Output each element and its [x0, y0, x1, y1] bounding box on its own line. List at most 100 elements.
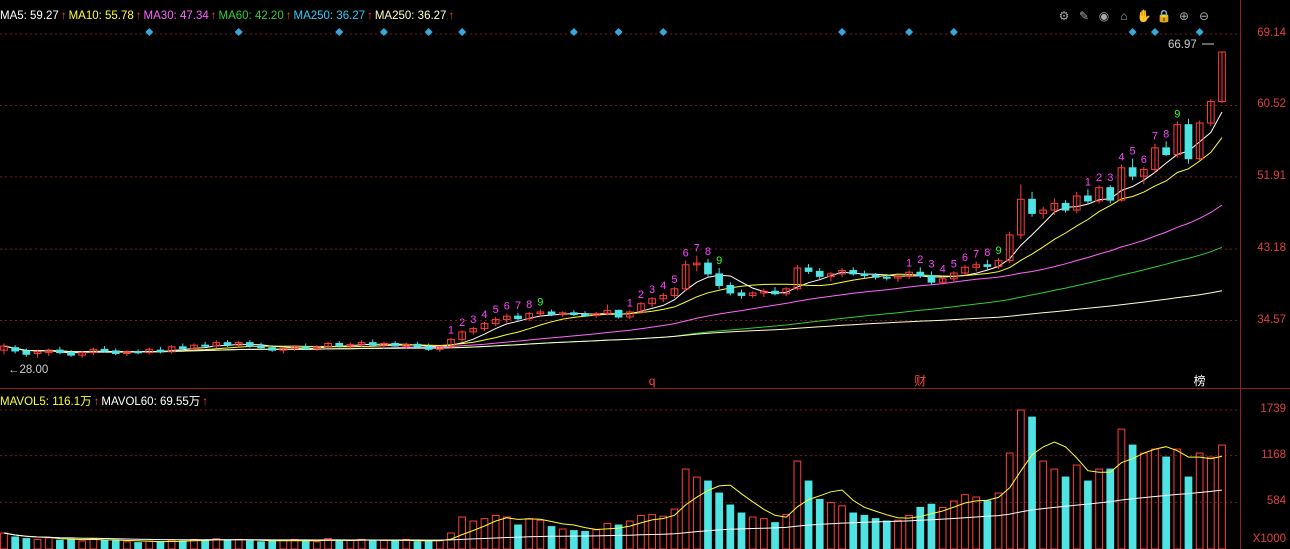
- candle-body: [704, 262, 712, 275]
- candle-body: [882, 276, 891, 279]
- volume-bar: [1050, 468, 1059, 549]
- volume-axis-label: 1168: [1261, 448, 1286, 461]
- volume-bar: [1218, 444, 1226, 549]
- volume-bar: [804, 480, 813, 549]
- volume-bar: [0, 532, 8, 549]
- volume-bar: [1017, 409, 1025, 549]
- volume-bar: [882, 520, 891, 549]
- event-diamond-icon: [1195, 28, 1204, 36]
- volume-bar: [525, 518, 534, 549]
- candle-body: [581, 313, 589, 316]
- nine-turn-label: 7: [515, 300, 521, 312]
- event-diamond-icon: [1128, 28, 1137, 36]
- volume-bar: [201, 539, 209, 549]
- candle-body: [156, 349, 165, 353]
- nine-turn-label: 7: [1152, 131, 1158, 143]
- nine-turn-label: 6: [683, 248, 689, 260]
- nine-turn-label: 3: [470, 314, 476, 326]
- volume-bar: [972, 496, 981, 549]
- nine-turn-label: 1: [627, 297, 633, 309]
- volume-bar: [637, 514, 645, 549]
- candle-body: [67, 352, 75, 356]
- volume-bar: [368, 540, 377, 549]
- candle-body: [413, 343, 422, 348]
- candle-body: [1128, 167, 1137, 177]
- volume-bar: [145, 540, 154, 549]
- volume-bar: [983, 500, 992, 549]
- candle-body: [201, 344, 209, 347]
- price-axis-label: 34.57: [1257, 313, 1286, 326]
- candle-body: [570, 312, 578, 315]
- nine-turn-label: 7: [973, 248, 979, 260]
- volume-bar: [424, 540, 433, 549]
- volume-bar: [1173, 448, 1182, 549]
- nine-turn-label: 9: [716, 255, 722, 267]
- volume-bar: [938, 506, 947, 549]
- volume-bar: [78, 540, 87, 549]
- candle-body: [335, 343, 344, 347]
- candle-body: [134, 351, 142, 354]
- volume-bar: [1084, 480, 1092, 549]
- event-diamond-icon: [905, 28, 914, 36]
- nine-turn-label: 8: [984, 247, 990, 259]
- volume-bar: [100, 539, 109, 549]
- nine-turn-label: 7: [694, 243, 700, 255]
- nine-turn-label: 9: [1174, 108, 1180, 120]
- volume-bar: [178, 540, 187, 549]
- volume-bar: [413, 541, 422, 549]
- event-diamond-icon: [335, 28, 344, 36]
- nine-turn-label: 8: [526, 299, 532, 311]
- price-axis-label: 51.91: [1257, 169, 1286, 182]
- event-diamond-icon: [379, 28, 388, 36]
- volume-bar: [335, 540, 344, 549]
- volume-bar: [245, 540, 254, 549]
- volume-bar: [827, 502, 835, 549]
- nine-turn-label: 6: [1141, 154, 1147, 166]
- kline-chart[interactable]: 12 3 4 5 6 7 8 9 12 3 4 56 7 89 1 2 3 4 56 7 8 91 2 34 567 89q 财榜6…: [0, 0, 1290, 549]
- candle-body: [860, 273, 869, 277]
- candle-body: [726, 284, 735, 294]
- candle-body: [1028, 198, 1036, 214]
- event-diamond-icon: [659, 28, 668, 36]
- volume-bar: [1139, 452, 1148, 549]
- nine-turn-label: 4: [660, 280, 666, 292]
- mavol60-line: [3, 489, 1223, 541]
- volume-bar: [391, 540, 399, 549]
- candle-body: [1084, 195, 1092, 202]
- volume-bar: [1117, 428, 1126, 549]
- volume-bar: [268, 540, 277, 549]
- price-axis-label: 69.14: [1257, 27, 1286, 39]
- nine-turn-label: 1: [448, 325, 454, 337]
- volume-bar: [737, 512, 746, 549]
- volume-bar: [234, 538, 243, 549]
- volume-bar: [927, 503, 936, 549]
- candle-body: [771, 290, 779, 295]
- volume-bar: [22, 538, 31, 549]
- candle-body: [301, 346, 310, 349]
- volume-axis-label: X1000: [1252, 533, 1286, 545]
- nine-turn-label: 5: [951, 258, 957, 270]
- nine-turn-label: 2: [1096, 172, 1102, 184]
- candle-body: [737, 292, 746, 296]
- candle-body: [368, 342, 377, 346]
- volume-bar: [536, 519, 545, 549]
- nine-turn-label: 8: [705, 246, 711, 258]
- volume-bar: [134, 542, 142, 549]
- candle-body: [983, 264, 992, 267]
- volume-bar: [581, 530, 589, 549]
- candle-body: [871, 275, 880, 278]
- candle-body: [391, 343, 399, 347]
- candle-body: [514, 315, 522, 320]
- candle-body: [245, 342, 254, 347]
- candle-body: [916, 271, 925, 277]
- candle-body: [22, 350, 31, 355]
- ma-line-ma10: [3, 137, 1223, 353]
- volume-bar: [1195, 452, 1204, 549]
- event-flag: q: [649, 374, 656, 388]
- volume-bar: [849, 512, 858, 549]
- candle-body: [1184, 124, 1193, 160]
- event-diamond-icon: [458, 28, 467, 36]
- volume-bar: [1206, 456, 1215, 549]
- volume-bar: [603, 522, 612, 549]
- candle-body: [1106, 187, 1115, 201]
